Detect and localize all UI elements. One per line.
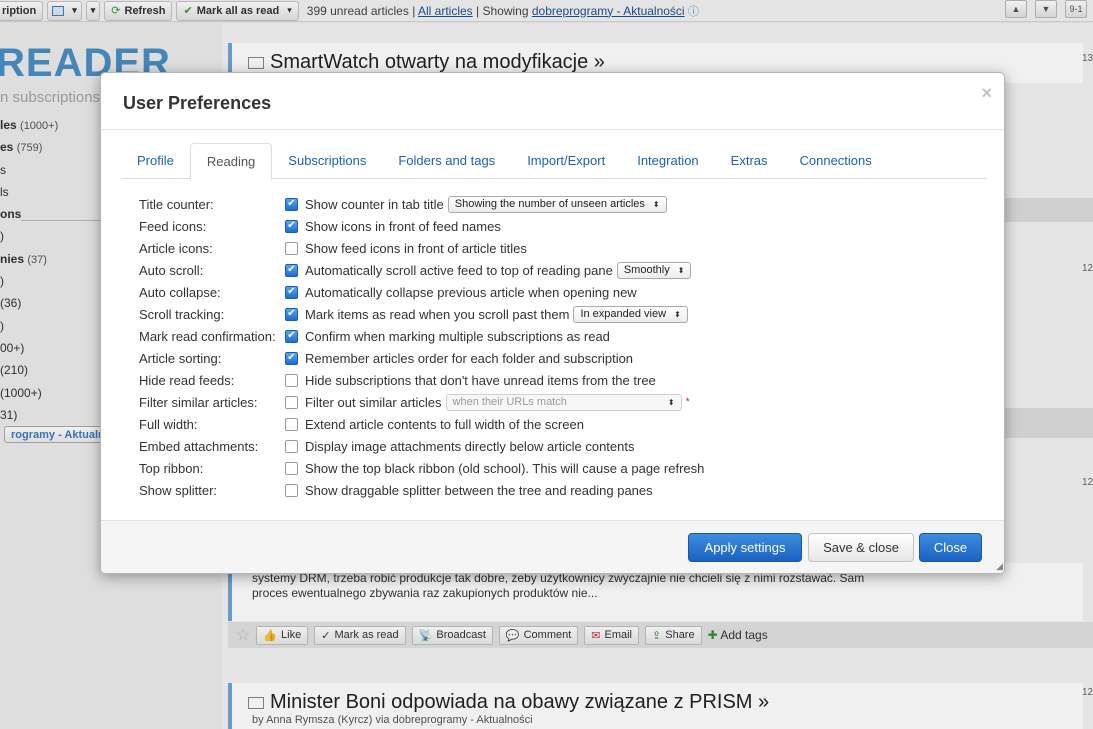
tab-import-export[interactable]: Import/Export (511, 143, 621, 179)
preference-description[interactable]: Filter out similar articles (305, 395, 442, 410)
preference-description[interactable]: Automatically scroll active feed to top … (305, 263, 613, 278)
preference-select[interactable]: Smoothly ⬍ (616, 261, 692, 279)
preference-label: Feed icons: (139, 218, 207, 234)
preference-description[interactable]: Display image attachments directly below… (305, 439, 634, 454)
preference-row: Scroll tracking: Mark items as read when … (139, 303, 979, 325)
apply-settings-button[interactable]: Apply settings (688, 533, 802, 562)
tab-subscriptions[interactable]: Subscriptions (272, 143, 382, 179)
resize-grip-icon[interactable]: ◢ (996, 561, 1003, 572)
updown-arrows-icon: ⬍ (667, 397, 675, 407)
preference-row: Hide read feeds: Hide subscriptions that … (139, 369, 979, 391)
reading-preferences-form: Title counter:Show counter in tab titleS… (139, 193, 979, 501)
preference-row: Show splitter: Show draggable splitter be… (139, 479, 979, 501)
preference-checkbox[interactable] (285, 417, 298, 431)
preference-label: Show splitter: (139, 482, 218, 498)
save-and-close-button[interactable]: Save & close (808, 533, 914, 562)
updown-arrows-icon: ⬍ (677, 265, 685, 275)
preference-checkbox[interactable] (285, 439, 298, 453)
preference-checkbox[interactable] (285, 263, 298, 277)
preference-description[interactable]: Remember articles order for each folder … (305, 351, 633, 366)
tab-extras[interactable]: Extras (715, 143, 784, 179)
preference-description[interactable]: Confirm when marking multiple subscripti… (305, 329, 610, 344)
tab-folders-and-tags[interactable]: Folders and tags (382, 143, 511, 179)
dialog-title: User Preferences (123, 93, 272, 113)
preference-select[interactable]: Showing the number of unseen articles ⬍ (447, 195, 667, 213)
preference-label: Title counter: (139, 196, 214, 212)
preference-row: Full width: Extend article contents to fu… (139, 413, 979, 435)
preference-checkbox[interactable] (285, 285, 298, 299)
preference-description[interactable]: Hide subscriptions that don't have unrea… (305, 373, 656, 388)
preference-description[interactable]: Show feed icons in front of article titl… (305, 241, 527, 256)
tab-connections[interactable]: Connections (784, 143, 888, 179)
preference-row: Top ribbon: Show the top black ribbon (ol… (139, 457, 979, 479)
preference-checkbox[interactable] (285, 373, 298, 387)
preference-row: Article icons: Show feed icons in front o… (139, 237, 979, 259)
preference-label: Hide read feeds: (139, 372, 235, 388)
preference-select-value: Smoothly (623, 264, 670, 276)
preference-select-value: In expanded view (580, 308, 667, 320)
preference-checkbox[interactable] (285, 395, 298, 409)
preference-label: Auto collapse: (139, 284, 221, 300)
user-preferences-dialog: User Preferences × Profile Reading Subscri… (100, 72, 1005, 574)
dialog-header: User Preferences × (101, 73, 1004, 130)
preference-select[interactable]: In expanded view ⬍ (573, 305, 688, 323)
preference-label: Scroll tracking: (139, 306, 225, 322)
preference-description[interactable]: Mark items as read when you scroll past … (305, 307, 569, 322)
updown-arrows-icon: ⬍ (652, 199, 660, 209)
preference-select-value: Showing the number of unseen articles (454, 198, 645, 210)
tab-reading[interactable]: Reading (189, 143, 273, 180)
preference-checkbox[interactable] (285, 483, 298, 497)
preference-description[interactable]: Show the top black ribbon (old school). … (305, 461, 704, 476)
preference-label: Embed attachments: (139, 438, 259, 454)
preference-description[interactable]: Show counter in tab title (305, 197, 444, 212)
preference-checkbox[interactable] (285, 197, 298, 211)
close-button[interactable]: Close (919, 533, 982, 562)
preference-checkbox[interactable] (285, 329, 298, 343)
updown-arrows-icon: ⬍ (674, 309, 681, 319)
preference-checkbox[interactable] (285, 461, 298, 475)
preference-label: Full width: (139, 416, 198, 432)
preference-description[interactable]: Show draggable splitter between the tree… (305, 483, 653, 498)
dialog-footer: Apply settings Save & close Close ◢ (101, 520, 1004, 573)
preference-row: Auto collapse: Automatically collapse pre… (139, 281, 979, 303)
preference-select: when their URLs match ⬍ (445, 393, 682, 411)
preference-description[interactable]: Show icons in front of feed names (305, 219, 501, 234)
preferences-tabs: Profile Reading Subscriptions Folders and t… (121, 143, 987, 180)
preference-row: Title counter:Show counter in tab titleS… (139, 193, 979, 215)
preference-description[interactable]: Automatically collapse previous article … (305, 285, 637, 300)
preference-row: Embed attachments: Display image attachme… (139, 435, 979, 457)
preference-row: Mark read confirmation: Confirm when mark… (139, 325, 979, 347)
preference-label: Filter similar articles: (139, 394, 258, 410)
preference-row: Filter similar articles: Filter out simil… (139, 391, 979, 413)
preference-label: Article sorting: (139, 350, 222, 366)
preference-row: Feed icons: Show icons in front of feed n… (139, 215, 979, 237)
preference-checkbox[interactable] (285, 219, 298, 233)
preference-row: Article sorting: Remember articles order … (139, 347, 979, 369)
preference-label: Top ribbon: (139, 460, 204, 476)
close-icon[interactable]: × (981, 83, 992, 104)
preference-label: Mark read confirmation: (139, 328, 276, 344)
preference-checkbox[interactable] (285, 241, 298, 255)
required-marker: * (685, 396, 690, 408)
preference-label: Auto scroll: (139, 262, 204, 278)
preference-row: Auto scroll: Automatically scroll active … (139, 259, 979, 281)
preference-checkbox[interactable] (285, 307, 298, 321)
tab-profile[interactable]: Profile (121, 143, 190, 179)
preference-checkbox[interactable] (285, 351, 298, 365)
tab-integration[interactable]: Integration (621, 143, 714, 179)
preference-description[interactable]: Extend article contents to full width of… (305, 417, 584, 432)
preference-label: Article icons: (139, 240, 213, 256)
preference-select-value: when their URLs match (452, 396, 567, 408)
